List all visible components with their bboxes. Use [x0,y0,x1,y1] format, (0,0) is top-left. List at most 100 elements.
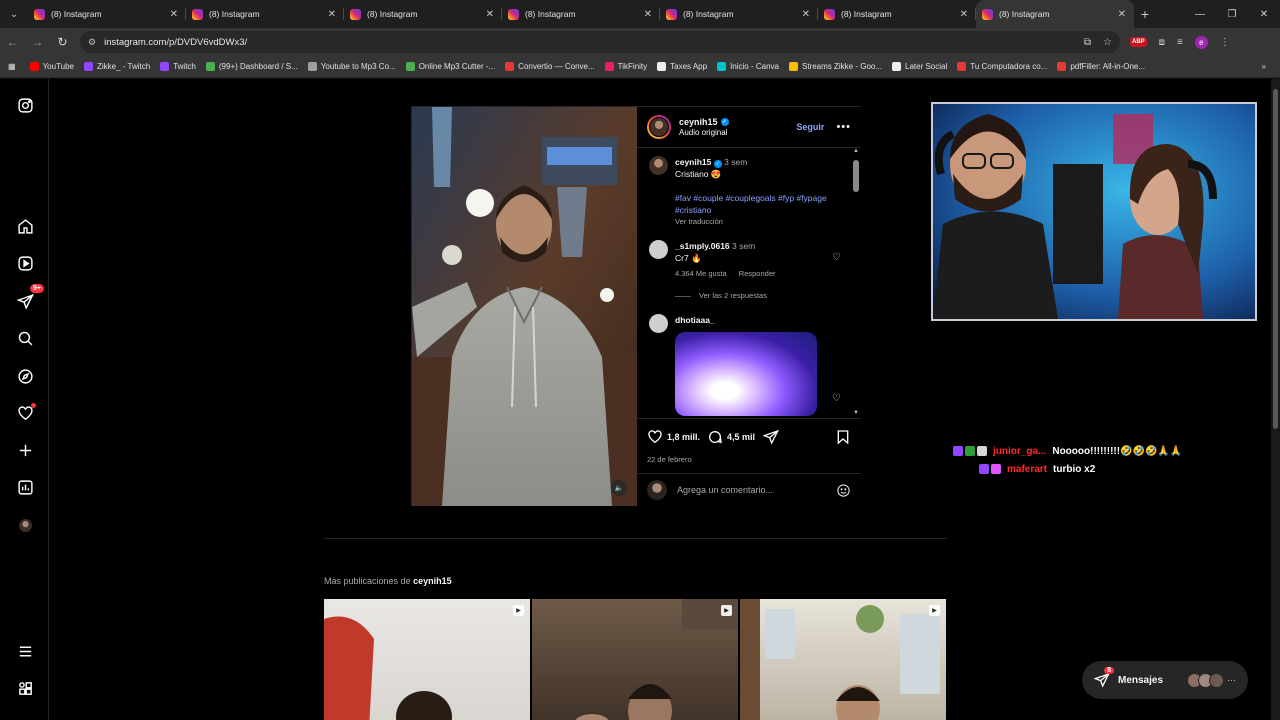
browser-tab[interactable]: (8) Instagram ✕ [344,0,502,28]
install-app-icon[interactable]: ⧉ [1084,37,1091,48]
caption-username[interactable]: ceynih15 [675,157,711,167]
caption-hashtags[interactable]: #fav #couple #couplegoals #fyp #fypage #… [675,193,827,215]
subscriber-badge-icon [977,446,987,456]
add-comment-input[interactable]: Agrega un comentario... [677,485,836,495]
close-tab-icon[interactable]: ✕ [1118,9,1126,20]
insights-chart-icon[interactable] [14,476,36,498]
page-scroll-thumb[interactable] [1273,89,1278,429]
save-button[interactable] [835,429,855,445]
messages-button[interactable]: 8 Mensajes ··· [1082,661,1248,699]
comments-scrollbar[interactable]: ▲ ▼ [853,148,859,416]
profile-avatar[interactable]: e [1194,35,1208,49]
comment-likes[interactable]: 4.364 Me gusta [675,269,727,278]
browser-menu-icon[interactable]: ⋮ [1220,37,1230,48]
post-options-icon[interactable]: ••• [836,121,851,133]
close-tab-icon[interactable]: ✕ [328,9,336,20]
comment-username[interactable]: dhotiaaa_ [675,315,715,325]
browser-tab[interactable]: (8) Instagram ✕ [186,0,344,28]
browser-tab[interactable]: (8) Instagram ✕ [660,0,818,28]
close-tab-icon[interactable]: ✕ [170,9,178,20]
comment-like-heart-icon[interactable]: ♡ [832,393,841,404]
bookmark-item[interactable]: Zikke_ - Twitch [84,62,150,71]
comments-panel[interactable]: ceynih15 ✓ 3 sem Cristiano 😍 #fav #coupl… [637,148,861,418]
bookmark-item[interactable]: Inicio - Canva [717,62,779,71]
bookmark-item[interactable]: Taxes App [657,62,707,71]
site-info-icon[interactable]: ⚙ [88,37,96,48]
address-bar[interactable]: ⚙ instagram.com/p/DVDV6vdDWx3/ ⧉ ☆ [80,31,1120,53]
mute-toggle-icon[interactable]: 🔈 [611,480,627,496]
translate-link[interactable]: Ver traducción [675,216,835,228]
also-from-meta-icon[interactable] [14,677,36,699]
create-plus-icon[interactable] [14,439,36,461]
tab-search-button[interactable]: ⌄ [0,0,28,28]
apps-grid-icon[interactable]: ▦ [8,62,16,71]
minimize-button[interactable]: — [1184,0,1216,28]
bookmark-star-icon[interactable]: ☆ [1103,37,1112,48]
comment-username[interactable]: _s1mply.0616 [675,241,730,251]
notifications-heart-icon[interactable] [14,402,36,424]
adblock-extension-icon[interactable]: ABP [1130,37,1147,47]
caption-avatar[interactable] [649,156,668,175]
media-control-icon[interactable]: ≡ [1177,37,1183,48]
more-posts-username[interactable]: ceynih15 [413,576,452,586]
browser-tab[interactable]: (8) Instagram ✕ [502,0,660,28]
view-replies-button[interactable]: Ver las 2 respuestas [699,290,767,302]
profile-avatar[interactable] [14,514,36,536]
reels-icon[interactable] [14,252,36,274]
comment-like-heart-icon[interactable]: ♡ [832,252,841,263]
bookmark-item[interactable]: TikFinity [604,62,647,71]
reload-button[interactable]: ↻ [50,28,75,56]
search-icon[interactable] [14,327,36,349]
bookmarks-overflow-icon[interactable]: » [1262,62,1266,71]
close-window-button[interactable]: ✕ [1248,0,1280,28]
comment-reply-button[interactable]: Responder [739,269,776,278]
follow-button[interactable]: Seguir [796,122,824,132]
direct-messages-icon[interactable]: 9+ [14,284,44,312]
close-tab-icon[interactable]: ✕ [486,9,494,20]
bookmark-item[interactable]: Online Mp3 Cutter -... [405,62,495,71]
author-avatar[interactable] [647,115,671,139]
close-tab-icon[interactable]: ✕ [960,9,968,20]
comment-button[interactable]: 4,5 mil [707,429,755,445]
tabs-container: (8) Instagram ✕ (8) Instagram ✕ (8) Instagra… [28,0,1134,28]
close-tab-icon[interactable]: ✕ [644,9,652,20]
post-video[interactable]: 🔈 [412,107,637,506]
browser-tab[interactable]: (8) Instagram ✕ [818,0,976,28]
bookmark-item[interactable]: Youtube to Mp3 Co... [307,62,396,71]
instagram-logo-icon[interactable] [14,94,36,116]
explore-compass-icon[interactable] [14,365,36,387]
bookmark-item[interactable]: pdfFiller: All-in-One... [1057,62,1145,71]
bookmark-item[interactable]: YouTube [29,62,74,71]
bookmark-item[interactable]: Streams Zikke - Goo... [788,62,882,71]
home-icon[interactable] [14,215,36,237]
emoji-picker-icon[interactable] [836,483,851,498]
share-button[interactable] [763,429,783,445]
browser-tab[interactable]: (8) Instagram ✕ [976,0,1134,28]
page-scrollbar[interactable] [1271,79,1280,720]
post-date[interactable]: 22 de febrero [647,455,692,464]
grid-post[interactable]: ▶ [532,599,738,720]
extensions-puzzle-icon[interactable]: ⧈ [1159,37,1165,48]
scroll-up-icon[interactable]: ▲ [853,148,859,154]
bookmark-item[interactable]: Later Social [892,62,947,71]
comment-avatar[interactable] [649,314,668,333]
author-username[interactable]: ceynih15 [679,117,718,127]
bookmark-item[interactable]: Twitch [160,62,196,71]
like-button[interactable]: 1,8 mill. [647,429,700,445]
bookmark-item[interactable]: Convertio — Conve... [505,62,595,71]
audio-label[interactable]: Audio original [679,128,796,137]
tab-title: (8) Instagram [999,9,1050,19]
back-button[interactable]: ← [0,28,25,56]
close-tab-icon[interactable]: ✕ [802,9,810,20]
browser-tab[interactable]: (8) Instagram ✕ [28,0,186,28]
grid-post[interactable]: ▶ [324,599,530,720]
comment-avatar[interactable] [649,240,668,259]
grid-post[interactable]: ▶ [740,599,946,720]
more-menu-icon[interactable] [14,640,36,662]
bookmark-item[interactable]: Tu Computadora co... [957,62,1047,71]
new-tab-button[interactable]: + [1134,6,1156,22]
maximize-button[interactable]: ❐ [1216,0,1248,28]
bookmark-item[interactable]: (99+) Dashboard / S... [205,62,298,71]
scroll-down-icon[interactable]: ▼ [853,410,859,416]
forward-button[interactable]: → [25,28,50,56]
